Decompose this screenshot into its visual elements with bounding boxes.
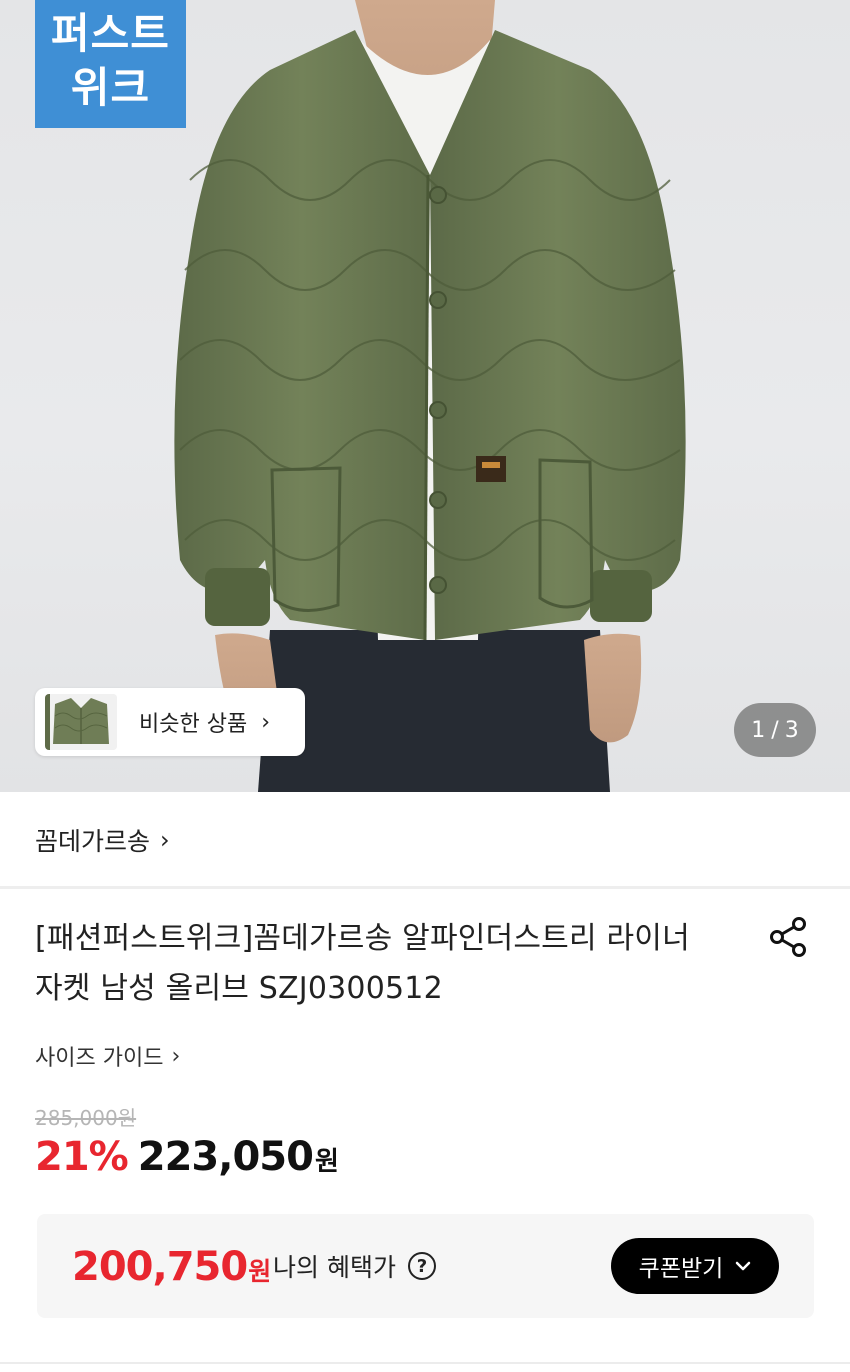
event-badge-line2: 위크 xyxy=(70,63,151,112)
similar-products-button[interactable]: 비슷한 상품 › xyxy=(35,688,305,756)
image-counter: 1 / 3 xyxy=(734,703,816,757)
product-image-carousel[interactable]: 퍼스트 위크 비슷한 상품 › 1 / 3 xyxy=(0,0,850,792)
section-divider xyxy=(0,886,850,889)
product-title: [패션퍼스트위크]꼼데가르송 알파인더스트리 라이너 자켓 남성 올리브 SZJ… xyxy=(35,921,690,1006)
chevron-right-icon: › xyxy=(171,1043,181,1069)
brand-link[interactable]: 꼼데가르송 › xyxy=(35,820,170,860)
size-guide-label: 사이즈 가이드 xyxy=(35,1046,164,1071)
share-button[interactable] xyxy=(768,916,808,958)
image-counter-separator: / xyxy=(771,717,779,743)
sale-price: 223,050 xyxy=(137,1134,314,1180)
similar-product-thumbnail xyxy=(45,694,117,750)
benefit-price: 200,750 원 xyxy=(72,1244,271,1290)
benefit-price-label: 나의 혜택가 xyxy=(273,1253,396,1282)
event-badge: 퍼스트 위크 xyxy=(35,0,186,128)
chevron-right-icon: › xyxy=(261,709,271,735)
original-price: 285,000원 xyxy=(35,1106,137,1130)
price-row: 21% 223,050 원 xyxy=(35,1134,339,1180)
share-icon xyxy=(770,917,806,957)
get-coupon-button[interactable]: 쿠폰받기 xyxy=(611,1238,779,1294)
benefit-price-value: 200,750 xyxy=(72,1244,248,1290)
chevron-right-icon: › xyxy=(160,826,170,854)
image-counter-total: 3 xyxy=(784,717,799,743)
get-coupon-label: 쿠폰받기 xyxy=(638,1256,724,1282)
event-badge-line1: 퍼스트 xyxy=(51,9,170,58)
similar-products-label: 비슷한 상품 xyxy=(139,712,248,737)
benefit-price-unit: 원 xyxy=(248,1257,272,1286)
discount-rate: 21% xyxy=(35,1134,129,1180)
image-counter-current: 1 xyxy=(751,717,766,743)
section-divider xyxy=(0,1362,850,1364)
help-icon[interactable]: ? xyxy=(408,1252,436,1280)
benefit-price-box: 200,750 원 나의 혜택가 ? 쿠폰받기 xyxy=(37,1214,814,1318)
sale-price-unit: 원 xyxy=(314,1147,339,1177)
chevron-down-icon xyxy=(736,1261,751,1271)
size-guide-link[interactable]: 사이즈 가이드 › xyxy=(35,1040,180,1072)
brand-name: 꼼데가르송 xyxy=(35,827,151,856)
